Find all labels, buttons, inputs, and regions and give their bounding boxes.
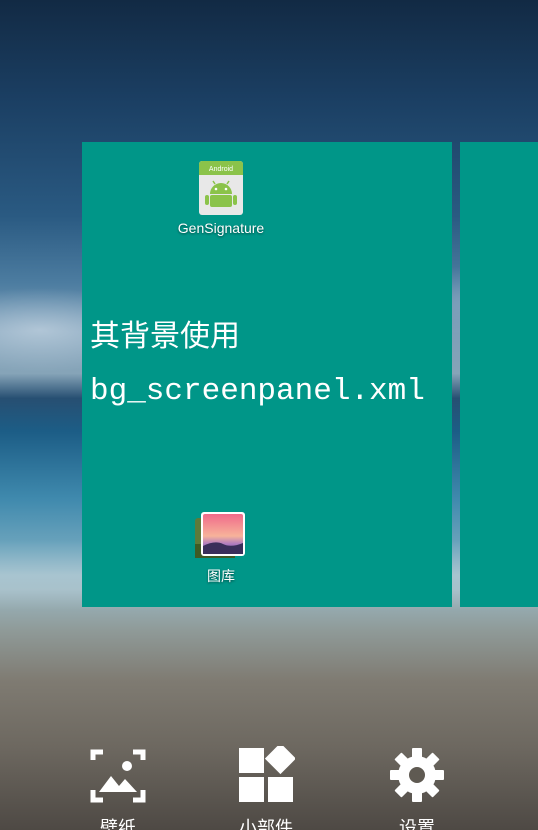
widgets-label: 小部件 <box>239 818 293 830</box>
workspace-panel-next[interactable] <box>460 142 538 607</box>
app-gallery[interactable]: 图库 <box>161 510 281 586</box>
gear-icon <box>390 748 444 802</box>
widgets-button[interactable]: 小部件 <box>211 746 321 830</box>
widgets-icon <box>239 746 295 802</box>
wallpaper-button[interactable]: 壁纸 <box>63 746 173 830</box>
wallpaper-label: 壁纸 <box>100 818 136 830</box>
wallpaper-icon <box>90 749 146 803</box>
app-label-gensignature: GenSignature <box>177 220 265 236</box>
overview-bottom-bar: 壁纸 小部件 设置 <box>0 740 538 830</box>
caption-background: 其背景使用 <box>90 319 240 354</box>
android-app-icon: Android <box>199 161 243 215</box>
android-badge-text: Android <box>209 166 233 173</box>
launcher-screen: Android GenSignature 其背景使用 bg_screenpane… <box>0 0 538 830</box>
settings-label: 设置 <box>399 818 435 830</box>
settings-button[interactable]: 设置 <box>362 746 472 830</box>
caption-filename: bg_screenpanel.xml <box>90 374 425 409</box>
gallery-icon <box>195 512 245 558</box>
app-gensignature[interactable]: Android GenSignature <box>161 160 281 236</box>
app-label-gallery: 图库 <box>207 568 235 584</box>
